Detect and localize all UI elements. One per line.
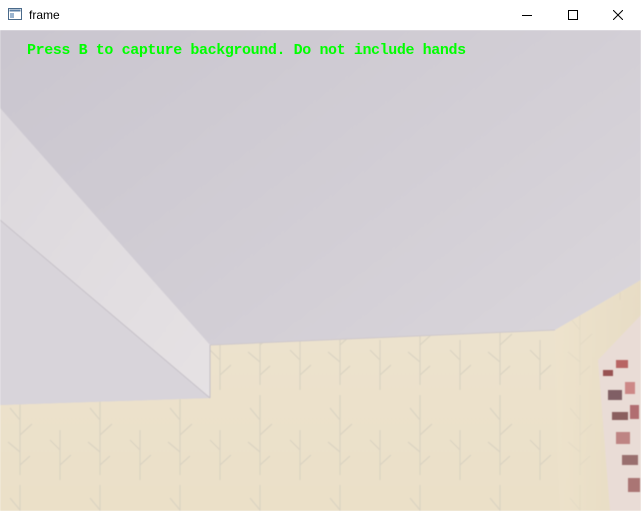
- camera-image: [0, 30, 641, 511]
- minimize-button[interactable]: [504, 0, 550, 30]
- window-title: frame: [29, 8, 60, 22]
- maximize-button[interactable]: [550, 0, 596, 30]
- close-icon: [613, 10, 623, 20]
- camera-frame: Press B to capture background. Do not in…: [0, 30, 641, 511]
- title-bar[interactable]: frame: [0, 0, 641, 30]
- close-button[interactable]: [595, 0, 641, 30]
- opencv-window: frame Press B to capture background. Do …: [0, 0, 641, 511]
- instruction-overlay-text: Press B to capture background. Do not in…: [27, 42, 466, 59]
- app-window-icon: [8, 8, 22, 20]
- minimize-icon: [522, 15, 532, 16]
- maximize-icon: [568, 10, 578, 20]
